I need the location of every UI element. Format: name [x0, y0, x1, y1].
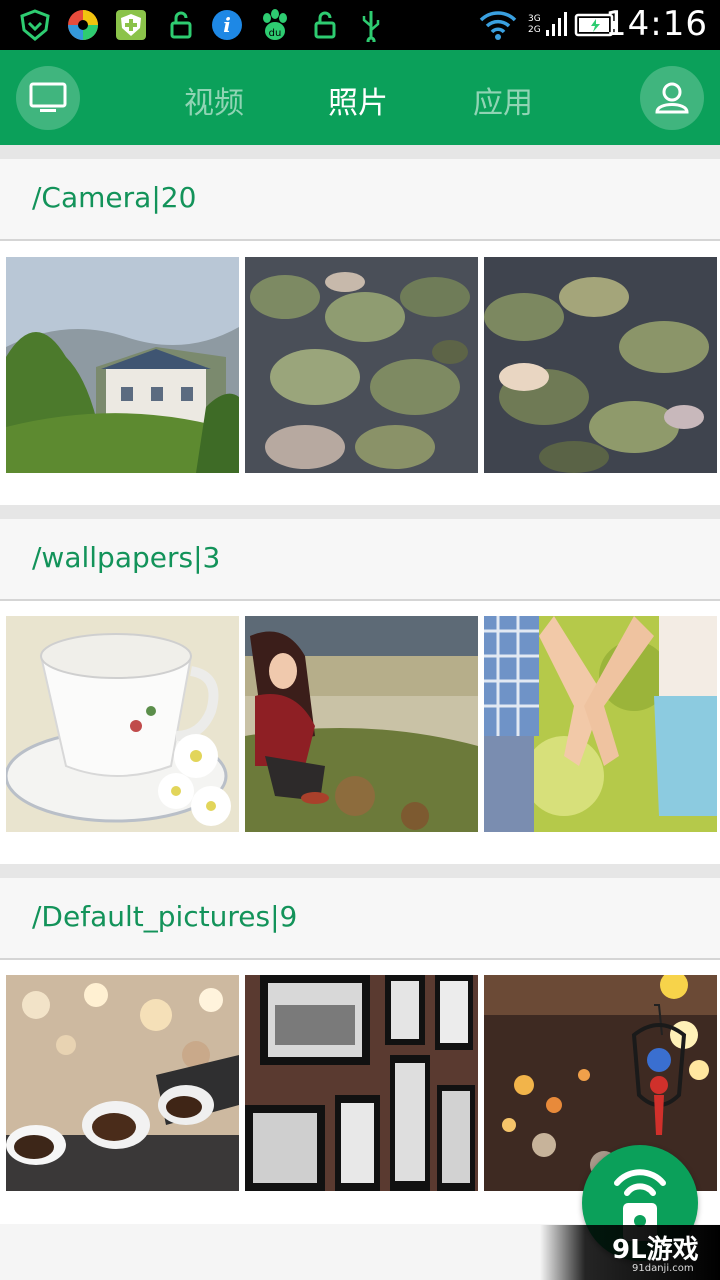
folder-title: /Default_pictures|9 [32, 900, 298, 933]
photo-thumbnail[interactable] [6, 257, 239, 473]
security-plus-icon [116, 10, 146, 40]
tab-apps[interactable]: 应用 [473, 78, 533, 122]
status-bar: i du 3G 2G 14:16 [0, 0, 720, 50]
photo-thumbnail[interactable] [245, 616, 478, 832]
user-button[interactable] [640, 66, 704, 130]
watermark-logo: 9L游戏 91danji.com [540, 1225, 720, 1280]
clock: 14:16 [605, 4, 708, 44]
folder-title: /wallpapers|3 [32, 541, 221, 574]
section-divider [0, 505, 720, 519]
photo-thumbnail[interactable] [245, 975, 478, 1191]
photo-thumbnail[interactable] [484, 257, 717, 473]
folder-header-wallpapers[interactable]: /wallpapers|3 [0, 519, 720, 601]
info-icon: i [212, 10, 242, 40]
ivy-leaves-photo [245, 257, 478, 473]
watermark-url: 91danji.com [632, 1263, 694, 1274]
tab-photos[interactable]: 照片 [328, 78, 388, 122]
color-wheel-icon [68, 10, 98, 40]
folder-header-default-pictures[interactable]: /Default_pictures|9 [0, 878, 720, 960]
framed-photos-wall [245, 975, 478, 1191]
network-type: 3G 2G [528, 14, 541, 35]
folder-thumbnail-grid [0, 601, 720, 865]
unlock-icon [314, 11, 336, 39]
section-divider [0, 145, 720, 159]
photo-folder-list: /Camera|20 /wallpapers|3 /Default_pictur… [0, 145, 720, 1280]
photo-thumbnail[interactable] [6, 616, 239, 832]
photo-thumbnail[interactable] [484, 616, 717, 832]
signal-icon [546, 12, 567, 36]
tv-button[interactable] [16, 66, 80, 130]
unlock-icon [170, 11, 192, 39]
user-icon [655, 82, 689, 114]
wifi-icon [479, 11, 517, 40]
photo-thumbnail[interactable] [484, 975, 717, 1191]
girl-sitting-photo [245, 616, 478, 832]
app-bar: 视频 照片 应用 [0, 50, 720, 145]
folder-title: /Camera|20 [32, 181, 197, 214]
svg-text:du: du [269, 28, 282, 39]
photo-thumbnail[interactable] [6, 975, 239, 1191]
svg-text:i: i [223, 13, 231, 37]
photo-thumbnail[interactable] [245, 257, 478, 473]
shield-icon [20, 9, 50, 41]
teacup-photo [6, 616, 239, 832]
usb-icon [362, 11, 380, 42]
tab-videos[interactable]: 视频 [184, 78, 244, 122]
folder-header-camera[interactable]: /Camera|20 [0, 159, 720, 241]
baidu-paw-icon: du [263, 9, 287, 40]
section-divider [0, 864, 720, 878]
watermark-brand: 9L游戏 [612, 1235, 699, 1265]
bar-lamp-photo [484, 975, 717, 1191]
house-photo [6, 257, 239, 473]
tv-icon [29, 82, 67, 112]
ivy-leaves-photo-2 [484, 257, 717, 473]
coffee-cups-photo [6, 975, 239, 1191]
holding-hands-photo [484, 616, 717, 832]
folder-thumbnail-grid [0, 241, 720, 505]
